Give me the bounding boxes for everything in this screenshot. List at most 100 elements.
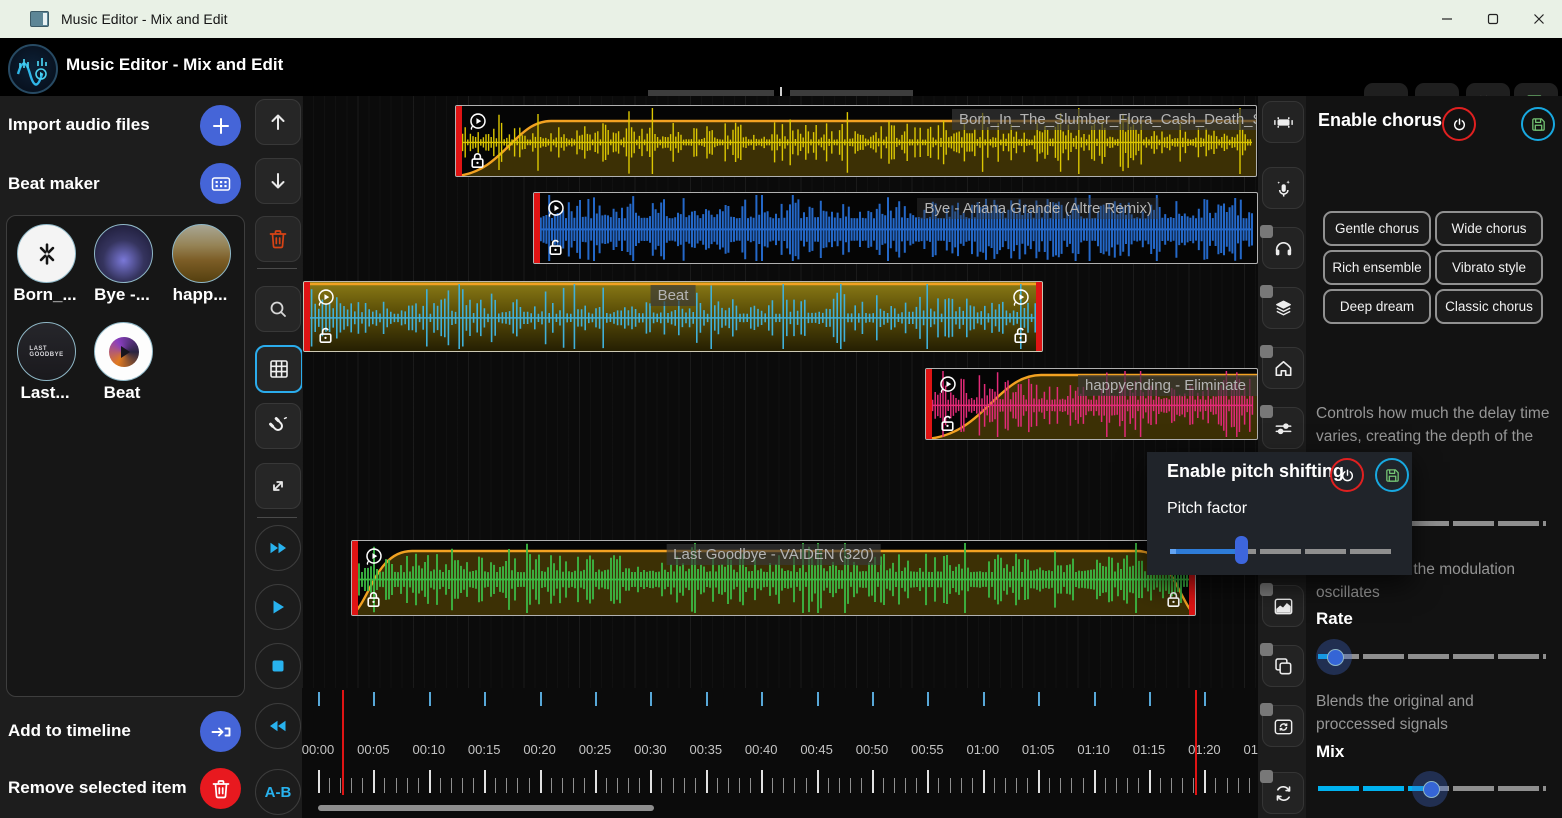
stop-icon bbox=[266, 654, 290, 678]
replay-icon[interactable] bbox=[362, 546, 385, 569]
camera-sync-icon bbox=[1272, 715, 1295, 738]
area-chart-button[interactable] bbox=[1262, 585, 1304, 627]
clip-trim-handle-left[interactable] bbox=[352, 541, 358, 615]
clip-trim-handle-left[interactable] bbox=[456, 106, 462, 176]
ruler-cyan-tick bbox=[872, 692, 874, 706]
pitch-power-button[interactable] bbox=[1330, 458, 1364, 492]
playhead-marker[interactable] bbox=[342, 690, 344, 795]
sync-button[interactable] bbox=[1262, 772, 1304, 814]
camera-sync-button[interactable] bbox=[1262, 705, 1304, 747]
preset-button[interactable]: Classic chorus bbox=[1435, 289, 1543, 324]
remove-selected-button[interactable] bbox=[200, 768, 241, 809]
audio-clip[interactable]: Bye - Ariana Grande (Altre Remix) bbox=[533, 192, 1258, 264]
move-up-button[interactable] bbox=[255, 99, 301, 145]
beat-maker-button[interactable] bbox=[200, 163, 241, 204]
audio-clip[interactable]: happyending - Eliminate bbox=[925, 368, 1258, 440]
ruler-tick bbox=[1071, 778, 1072, 793]
pitch-shift-popup: Enable pitch shifting Pitch factor bbox=[1147, 452, 1412, 575]
trim-button[interactable] bbox=[1262, 101, 1304, 143]
lock-icon[interactable] bbox=[314, 324, 337, 347]
audio-clip[interactable]: Beat bbox=[303, 281, 1043, 352]
app-title: Music Editor - Mix and Edit bbox=[66, 55, 283, 75]
fast-forward-button[interactable] bbox=[255, 525, 301, 571]
home-button[interactable] bbox=[1262, 347, 1304, 389]
audio-file-thumbnail[interactable] bbox=[172, 224, 231, 283]
mic-effects-button[interactable] bbox=[1262, 167, 1304, 209]
button-badge bbox=[1260, 643, 1273, 656]
window-title: Music Editor - Mix and Edit bbox=[61, 11, 228, 27]
headphones-button[interactable] bbox=[1262, 227, 1304, 269]
layers-button[interactable] bbox=[1262, 287, 1304, 329]
move-down-button[interactable] bbox=[255, 158, 301, 204]
minimize-icon[interactable] bbox=[1424, 0, 1470, 38]
lock-icon[interactable] bbox=[936, 412, 959, 435]
audio-file-thumbnail[interactable] bbox=[94, 322, 153, 381]
stop-button[interactable] bbox=[255, 643, 301, 689]
lock-icon[interactable] bbox=[466, 149, 489, 172]
pitch-save-button[interactable] bbox=[1375, 458, 1409, 492]
close-icon[interactable] bbox=[1516, 0, 1562, 38]
ruler-cyan-tick bbox=[927, 692, 929, 706]
timeline[interactable]: Born_In_The_Slumber_Flora_Cash_Death_S By… bbox=[302, 96, 1258, 818]
audio-file-thumbnail[interactable] bbox=[94, 224, 153, 283]
ruler-tick bbox=[1083, 778, 1084, 793]
sliders-button[interactable] bbox=[1262, 407, 1304, 449]
clip-trim-handle-left[interactable] bbox=[534, 193, 540, 263]
preset-button[interactable]: Deep dream bbox=[1323, 289, 1431, 324]
add-to-timeline-button[interactable] bbox=[200, 711, 241, 752]
clip-trim-handle-left[interactable] bbox=[304, 282, 310, 351]
ruler-tick bbox=[673, 778, 674, 793]
play-button[interactable] bbox=[255, 584, 301, 630]
magnet-icon bbox=[266, 414, 290, 438]
chorus-power-button[interactable] bbox=[1442, 107, 1476, 141]
mix-slider[interactable] bbox=[1318, 771, 1546, 805]
expand-button[interactable] bbox=[255, 463, 301, 509]
ruler-tick bbox=[1049, 778, 1050, 793]
copy-button[interactable] bbox=[1262, 645, 1304, 687]
button-badge bbox=[1260, 225, 1273, 238]
replay-icon[interactable] bbox=[544, 198, 567, 221]
clip-trim-handle-right[interactable] bbox=[1036, 282, 1042, 351]
ruler-tick bbox=[506, 778, 507, 793]
rewind-button[interactable] bbox=[255, 703, 301, 749]
audio-file-thumbnail[interactable]: LASTGOODBYE bbox=[17, 322, 76, 381]
clip-title: Bye - Ariana Grande (Altre Remix) bbox=[917, 198, 1159, 219]
replay-icon[interactable] bbox=[466, 111, 489, 134]
playhead-marker[interactable] bbox=[1195, 690, 1197, 795]
lock-icon[interactable] bbox=[362, 588, 385, 611]
chorus-save-button[interactable] bbox=[1521, 107, 1555, 141]
replay-icon[interactable] bbox=[314, 287, 337, 310]
replay-icon[interactable] bbox=[1009, 287, 1032, 310]
zoom-search-button[interactable] bbox=[255, 286, 301, 332]
horizontal-scrollbar[interactable] bbox=[318, 805, 654, 811]
lock-icon[interactable] bbox=[1162, 588, 1185, 611]
plus-icon bbox=[209, 114, 233, 138]
audio-file-thumbnail[interactable] bbox=[17, 224, 76, 283]
ab-loop-button[interactable]: A-B bbox=[255, 769, 301, 815]
ruler-tick bbox=[861, 778, 862, 793]
import-audio-button[interactable] bbox=[200, 105, 241, 146]
audio-clip[interactable]: Last Goodbye - VAIDEN (320) bbox=[351, 540, 1196, 616]
magnet-button[interactable] bbox=[255, 403, 301, 449]
preset-button[interactable]: Vibrato style bbox=[1435, 250, 1543, 285]
maximize-icon[interactable] bbox=[1470, 0, 1516, 38]
import-audio-label: Import audio files bbox=[8, 115, 150, 135]
delete-button[interactable] bbox=[255, 216, 301, 262]
rewind-icon bbox=[266, 714, 290, 738]
ruler-tick bbox=[950, 778, 951, 793]
timeline-ruler[interactable]: 00:0000:0500:1000:1500:2000:2500:3000:35… bbox=[302, 688, 1258, 818]
preset-button[interactable]: Wide chorus bbox=[1435, 211, 1543, 246]
rate-slider[interactable] bbox=[1318, 639, 1546, 673]
pitch-factor-slider[interactable] bbox=[1170, 534, 1392, 568]
clip-trim-handle-left[interactable] bbox=[926, 369, 932, 439]
ruler-time-label: 01:10 bbox=[1077, 742, 1110, 757]
replay-icon[interactable] bbox=[936, 374, 959, 397]
clip-title: Last Goodbye - VAIDEN (320) bbox=[666, 544, 881, 565]
lock-icon[interactable] bbox=[1009, 324, 1032, 347]
preset-button[interactable]: Rich ensemble bbox=[1323, 250, 1431, 285]
grid-snap-button[interactable] bbox=[255, 345, 303, 393]
preset-button[interactable]: Gentle chorus bbox=[1323, 211, 1431, 246]
lock-icon[interactable] bbox=[544, 236, 567, 259]
audio-clip[interactable]: Born_In_The_Slumber_Flora_Cash_Death_S bbox=[455, 105, 1257, 177]
ruler-tick bbox=[628, 778, 629, 793]
